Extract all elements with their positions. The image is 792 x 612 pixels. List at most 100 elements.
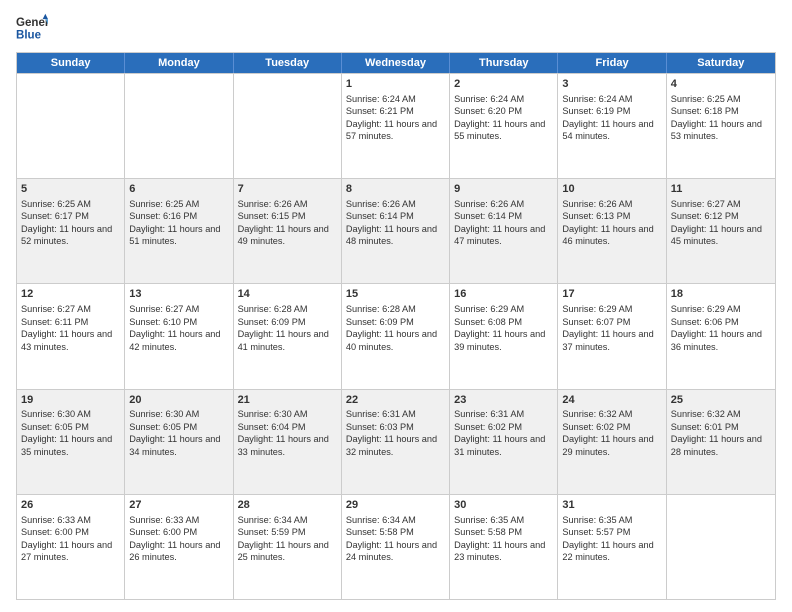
calendar-row-5: 26Sunrise: 6:33 AMSunset: 6:00 PMDayligh… xyxy=(17,494,775,599)
day-info-line: Sunset: 6:07 PM xyxy=(562,316,661,328)
day-number: 19 xyxy=(21,393,120,408)
day-number: 14 xyxy=(238,287,337,302)
calendar-row-2: 5Sunrise: 6:25 AMSunset: 6:17 PMDaylight… xyxy=(17,178,775,283)
day-info-line: Sunset: 6:12 PM xyxy=(671,210,771,222)
calendar-header: SundayMondayTuesdayWednesdayThursdayFrid… xyxy=(17,53,775,73)
calendar-cell: 25Sunrise: 6:32 AMSunset: 6:01 PMDayligh… xyxy=(667,390,775,494)
calendar-cell: 22Sunrise: 6:31 AMSunset: 6:03 PMDayligh… xyxy=(342,390,450,494)
day-info-line: Sunset: 6:05 PM xyxy=(129,421,228,433)
day-number: 16 xyxy=(454,287,553,302)
calendar-cell: 13Sunrise: 6:27 AMSunset: 6:10 PMDayligh… xyxy=(125,284,233,388)
day-info-line: Daylight: 11 hours and 22 minutes. xyxy=(562,539,661,564)
day-number: 20 xyxy=(129,393,228,408)
day-info-line: Sunset: 6:08 PM xyxy=(454,316,553,328)
day-info-line: Daylight: 11 hours and 40 minutes. xyxy=(346,328,445,353)
day-info-line: Sunrise: 6:27 AM xyxy=(129,303,228,315)
day-info-line: Daylight: 11 hours and 26 minutes. xyxy=(129,539,228,564)
day-header-thursday: Thursday xyxy=(450,53,558,73)
day-info-line: Daylight: 11 hours and 39 minutes. xyxy=(454,328,553,353)
day-header-saturday: Saturday xyxy=(667,53,775,73)
day-info-line: Sunrise: 6:26 AM xyxy=(454,198,553,210)
day-info-line: Sunset: 5:59 PM xyxy=(238,526,337,538)
day-header-sunday: Sunday xyxy=(17,53,125,73)
day-info-line: Sunrise: 6:32 AM xyxy=(562,408,661,420)
day-number: 12 xyxy=(21,287,120,302)
day-number: 6 xyxy=(129,182,228,197)
header: General Blue xyxy=(16,12,776,44)
day-number: 8 xyxy=(346,182,445,197)
calendar-cell: 3Sunrise: 6:24 AMSunset: 6:19 PMDaylight… xyxy=(558,74,666,178)
day-info-line: Daylight: 11 hours and 36 minutes. xyxy=(671,328,771,353)
day-header-monday: Monday xyxy=(125,53,233,73)
day-info-line: Sunrise: 6:25 AM xyxy=(671,93,771,105)
day-info-line: Daylight: 11 hours and 43 minutes. xyxy=(21,328,120,353)
day-info-line: Sunrise: 6:24 AM xyxy=(454,93,553,105)
day-info-line: Daylight: 11 hours and 24 minutes. xyxy=(346,539,445,564)
day-number: 29 xyxy=(346,498,445,513)
day-number: 11 xyxy=(671,182,771,197)
day-info-line: Daylight: 11 hours and 33 minutes. xyxy=(238,433,337,458)
day-number: 17 xyxy=(562,287,661,302)
calendar-cell: 10Sunrise: 6:26 AMSunset: 6:13 PMDayligh… xyxy=(558,179,666,283)
day-number: 18 xyxy=(671,287,771,302)
day-number: 28 xyxy=(238,498,337,513)
day-info-line: Sunset: 6:05 PM xyxy=(21,421,120,433)
day-number: 5 xyxy=(21,182,120,197)
day-info-line: Daylight: 11 hours and 35 minutes. xyxy=(21,433,120,458)
day-info-line: Sunrise: 6:29 AM xyxy=(454,303,553,315)
day-info-line: Daylight: 11 hours and 48 minutes. xyxy=(346,223,445,248)
calendar-cell: 6Sunrise: 6:25 AMSunset: 6:16 PMDaylight… xyxy=(125,179,233,283)
day-number: 2 xyxy=(454,77,553,92)
day-info-line: Sunrise: 6:34 AM xyxy=(238,514,337,526)
day-info-line: Daylight: 11 hours and 54 minutes. xyxy=(562,118,661,143)
day-info-line: Daylight: 11 hours and 47 minutes. xyxy=(454,223,553,248)
day-info-line: Daylight: 11 hours and 28 minutes. xyxy=(671,433,771,458)
calendar-cell: 31Sunrise: 6:35 AMSunset: 5:57 PMDayligh… xyxy=(558,495,666,599)
day-number: 27 xyxy=(129,498,228,513)
day-info-line: Sunrise: 6:26 AM xyxy=(346,198,445,210)
day-header-tuesday: Tuesday xyxy=(234,53,342,73)
calendar-body: 1Sunrise: 6:24 AMSunset: 6:21 PMDaylight… xyxy=(17,73,775,599)
day-number: 25 xyxy=(671,393,771,408)
calendar-cell: 8Sunrise: 6:26 AMSunset: 6:14 PMDaylight… xyxy=(342,179,450,283)
day-number: 22 xyxy=(346,393,445,408)
day-info-line: Daylight: 11 hours and 49 minutes. xyxy=(238,223,337,248)
calendar-row-4: 19Sunrise: 6:30 AMSunset: 6:05 PMDayligh… xyxy=(17,389,775,494)
day-info-line: Sunset: 6:16 PM xyxy=(129,210,228,222)
day-info-line: Sunset: 6:21 PM xyxy=(346,105,445,117)
calendar-cell: 18Sunrise: 6:29 AMSunset: 6:06 PMDayligh… xyxy=(667,284,775,388)
day-info-line: Sunrise: 6:26 AM xyxy=(238,198,337,210)
day-number: 23 xyxy=(454,393,553,408)
day-info-line: Sunset: 6:09 PM xyxy=(238,316,337,328)
day-info-line: Sunset: 5:58 PM xyxy=(454,526,553,538)
day-info-line: Sunrise: 6:28 AM xyxy=(238,303,337,315)
calendar-cell: 28Sunrise: 6:34 AMSunset: 5:59 PMDayligh… xyxy=(234,495,342,599)
day-info-line: Daylight: 11 hours and 27 minutes. xyxy=(21,539,120,564)
day-info-line: Daylight: 11 hours and 37 minutes. xyxy=(562,328,661,353)
calendar-cell: 4Sunrise: 6:25 AMSunset: 6:18 PMDaylight… xyxy=(667,74,775,178)
calendar-cell: 19Sunrise: 6:30 AMSunset: 6:05 PMDayligh… xyxy=(17,390,125,494)
day-info-line: Daylight: 11 hours and 42 minutes. xyxy=(129,328,228,353)
day-info-line: Sunset: 6:14 PM xyxy=(454,210,553,222)
day-info-line: Sunrise: 6:24 AM xyxy=(346,93,445,105)
day-info-line: Sunset: 5:58 PM xyxy=(346,526,445,538)
day-info-line: Sunset: 6:10 PM xyxy=(129,316,228,328)
day-info-line: Daylight: 11 hours and 53 minutes. xyxy=(671,118,771,143)
calendar-cell: 20Sunrise: 6:30 AMSunset: 6:05 PMDayligh… xyxy=(125,390,233,494)
calendar-cell: 23Sunrise: 6:31 AMSunset: 6:02 PMDayligh… xyxy=(450,390,558,494)
day-number: 30 xyxy=(454,498,553,513)
day-number: 9 xyxy=(454,182,553,197)
day-header-friday: Friday xyxy=(558,53,666,73)
calendar-cell xyxy=(125,74,233,178)
day-info-line: Sunrise: 6:28 AM xyxy=(346,303,445,315)
day-number: 7 xyxy=(238,182,337,197)
day-info-line: Sunrise: 6:31 AM xyxy=(346,408,445,420)
day-info-line: Sunrise: 6:33 AM xyxy=(21,514,120,526)
day-info-line: Sunrise: 6:25 AM xyxy=(129,198,228,210)
day-info-line: Daylight: 11 hours and 45 minutes. xyxy=(671,223,771,248)
calendar-cell: 12Sunrise: 6:27 AMSunset: 6:11 PMDayligh… xyxy=(17,284,125,388)
day-info-line: Sunrise: 6:30 AM xyxy=(21,408,120,420)
day-info-line: Sunrise: 6:24 AM xyxy=(562,93,661,105)
day-info-line: Sunset: 6:11 PM xyxy=(21,316,120,328)
day-info-line: Sunrise: 6:32 AM xyxy=(671,408,771,420)
